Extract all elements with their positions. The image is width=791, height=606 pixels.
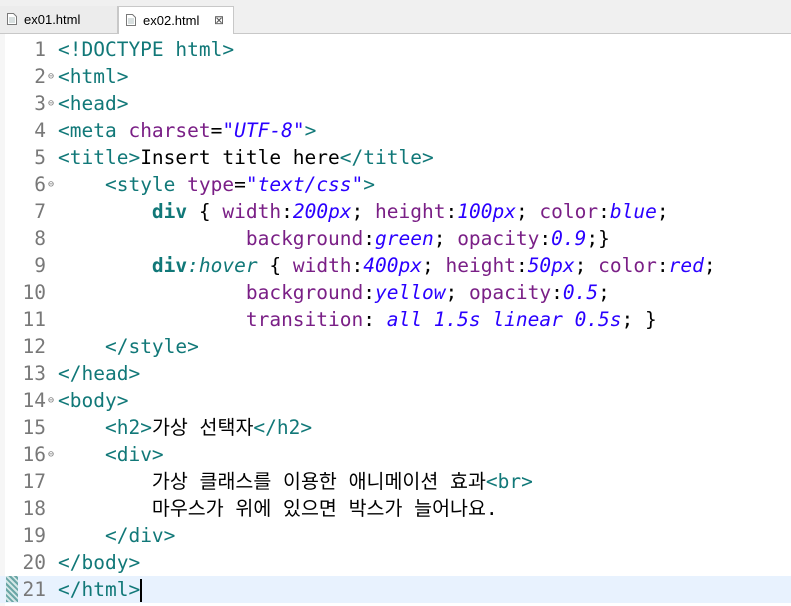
line-number: 15: [22, 416, 46, 439]
line-number: 1: [34, 38, 46, 61]
code-text: background:green; opacity:0.9;}: [245, 227, 610, 250]
code-text: 마우스가 위에 있으면 박스가 늘어나요.: [58, 497, 498, 520]
fold-toggle-icon[interactable]: ⊖: [46, 90, 56, 117]
code-line[interactable]: 16 ⊖ <div>: [0, 441, 791, 468]
code-line[interactable]: 5 <title>Insert title here</title>: [0, 144, 791, 171]
editor-tab-bar: ex01.html ex02.html ⊠: [0, 0, 791, 34]
file-icon: [126, 14, 136, 26]
code-line[interactable]: 7 div { width:200px; height:100px; color…: [0, 198, 791, 225]
file-icon: [7, 13, 17, 25]
code-line[interactable]: 2 ⊖ <html>: [0, 63, 791, 90]
code-text: background:yellow; opacity:0.5;: [245, 281, 610, 304]
code-text: </style>: [104, 335, 199, 358]
code-text: </head>: [58, 362, 141, 385]
tab-label: ex02.html: [143, 13, 200, 28]
code-text: <style type="text/css">: [104, 173, 376, 196]
code-line[interactable]: 3 ⊖ <head>: [0, 90, 791, 117]
tab-label: ex01.html: [24, 12, 81, 27]
line-number: 12: [22, 335, 46, 358]
code-line[interactable]: 11 transition: all 1.5s linear 0.5s; }: [0, 306, 791, 333]
line-number: 6: [34, 173, 46, 196]
code-line[interactable]: 12 </style>: [0, 333, 791, 360]
line-number: 8: [34, 227, 46, 250]
code-text: <head>: [58, 92, 129, 115]
code-text: 가상 클래스를 이용한 애니메이션 효과<br>: [58, 470, 533, 493]
line-number: 19: [22, 524, 46, 547]
code-line[interactable]: 15 <h2>가상 선택자</h2>: [0, 414, 791, 441]
fold-toggle-icon[interactable]: ⊖: [46, 387, 56, 414]
line-number: 7: [34, 200, 46, 223]
change-marker: [6, 576, 18, 602]
line-number: 17: [22, 470, 46, 493]
line-number: 20: [22, 551, 46, 574]
code-text: </div>: [104, 524, 176, 547]
code-line[interactable]: 1 <!DOCTYPE html>: [0, 36, 791, 63]
code-text: div { width:200px; height:100px; color:b…: [151, 200, 669, 223]
line-number: 3: [34, 92, 46, 115]
line-number: 4: [34, 119, 46, 142]
code-line[interactable]: 14 ⊖ <body>: [0, 387, 791, 414]
code-text: </html>: [58, 578, 143, 602]
line-number: 9: [34, 254, 46, 277]
fold-toggle-icon[interactable]: ⊖: [46, 171, 56, 198]
code-text: </body>: [58, 551, 141, 574]
text-caret: [140, 579, 143, 602]
code-line[interactable]: 9 div:hover { width:400px; height:50px; …: [0, 252, 791, 279]
code-line[interactable]: 8 background:green; opacity:0.9;}: [0, 225, 791, 252]
line-number: 18: [22, 497, 46, 520]
code-line[interactable]: 10 background:yellow; opacity:0.5;: [0, 279, 791, 306]
code-text: <meta charset="UTF-8">: [58, 119, 317, 142]
tab-ex01[interactable]: ex01.html: [0, 6, 118, 33]
code-text: <!DOCTYPE html>: [58, 38, 235, 61]
code-editor[interactable]: 1 <!DOCTYPE html> 2 ⊖ <html> 3 ⊖ <head> 4 <meta c…: [0, 34, 791, 606]
line-number: 5: [34, 146, 46, 169]
code-text: <html>: [58, 65, 129, 88]
code-line[interactable]: 13 </head>: [0, 360, 791, 387]
code-line[interactable]: 6 ⊖ <style type="text/css">: [0, 171, 791, 198]
code-text: <title>Insert title here</title>: [58, 146, 434, 169]
code-line[interactable]: 21 </html>: [0, 576, 791, 603]
code-text: transition: all 1.5s linear 0.5s; }: [245, 308, 657, 331]
code-text: <body>: [58, 389, 129, 412]
line-number: 13: [22, 362, 46, 385]
code-line[interactable]: 17 가상 클래스를 이용한 애니메이션 효과<br>: [0, 468, 791, 495]
code-line[interactable]: 20 </body>: [0, 549, 791, 576]
code-line[interactable]: 4 <meta charset="UTF-8">: [0, 117, 791, 144]
code-line[interactable]: 18 마우스가 위에 있으면 박스가 늘어나요.: [0, 495, 791, 522]
line-number: 2: [34, 65, 46, 88]
line-number: 16: [22, 443, 46, 466]
line-number: 10: [22, 281, 46, 304]
code-line[interactable]: 19 </div>: [0, 522, 791, 549]
tab-ex02[interactable]: ex02.html ⊠: [118, 6, 234, 34]
close-tab-icon[interactable]: ⊠: [214, 7, 224, 34]
line-number: 11: [22, 308, 46, 331]
code-text: div:hover { width:400px; height:50px; co…: [151, 254, 716, 277]
code-text: <h2>가상 선택자</h2>: [104, 416, 313, 439]
code-text: <div>: [104, 443, 164, 466]
line-number: 14: [22, 389, 46, 412]
fold-toggle-icon[interactable]: ⊖: [46, 441, 56, 468]
fold-toggle-icon[interactable]: ⊖: [46, 63, 56, 90]
